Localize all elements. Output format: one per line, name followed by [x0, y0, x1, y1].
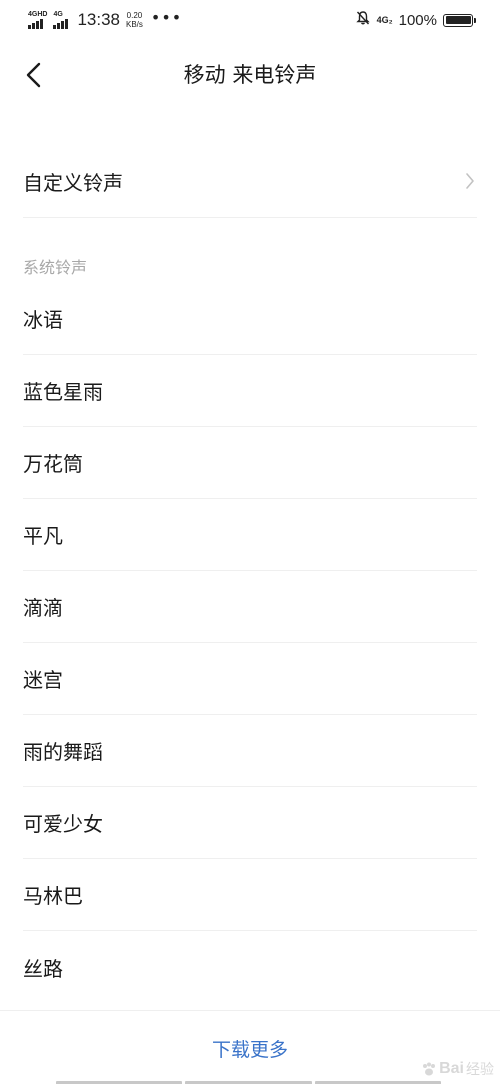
- ringtone-label: 蓝色星雨: [23, 380, 103, 404]
- ringtone-label: 雨的舞蹈: [23, 740, 103, 764]
- system-ringtones-header: 系统铃声: [23, 258, 88, 277]
- signal-icon: [53, 19, 69, 29]
- custom-ringtone-row[interactable]: 自定义铃声: [23, 145, 477, 218]
- status-left: 4GHD 4G 13:38 0.20 KB/s •••: [28, 6, 182, 34]
- sim1-signal: 4GHD: [28, 11, 47, 29]
- status-bar: 4GHD 4G 13:38 0.20 KB/s ••• 4G₂ 100%: [0, 0, 500, 40]
- watermark: Bai 经验: [421, 1059, 494, 1079]
- screen: 4GHD 4G 13:38 0.20 KB/s ••• 4G₂ 100% 移动 …: [0, 0, 500, 1084]
- more-notifications-icon: •••: [150, 8, 183, 27]
- ringtone-label: 马林巴: [23, 884, 83, 908]
- ringtone-item[interactable]: 蓝色星雨: [23, 355, 477, 427]
- ringtone-item[interactable]: 万花筒: [23, 427, 477, 499]
- paw-icon: [423, 1062, 436, 1076]
- ringtone-label: 丝路: [23, 956, 63, 981]
- speed-unit: KB/s: [126, 20, 143, 29]
- watermark-sub: 经验: [466, 1062, 494, 1078]
- ringtone-label: 冰语: [23, 308, 63, 332]
- network-speed: 0.20 KB/s: [126, 11, 143, 29]
- ringtone-item[interactable]: 马林巴: [23, 859, 477, 931]
- sim1-label: 4GHD: [28, 11, 48, 18]
- ringtone-label: 万花筒: [23, 452, 83, 476]
- ringtone-item[interactable]: 可爱少女: [23, 787, 477, 859]
- battery-percent: 100%: [398, 11, 437, 29]
- chevron-right-icon: [466, 173, 474, 189]
- ringtone-label: 滴滴: [23, 596, 63, 620]
- sim2-signal: 4G: [53, 11, 69, 29]
- ringtone-label: 迷宫: [23, 668, 63, 692]
- ringtone-item[interactable]: 冰语: [23, 283, 477, 355]
- ringtone-item[interactable]: 平凡: [23, 499, 477, 571]
- status-right: 4G₂ 100%: [355, 6, 476, 34]
- custom-ringtone-label: 自定义铃声: [23, 170, 123, 195]
- ringtone-label: 平凡: [23, 524, 63, 548]
- network-4g2: 4G₂: [376, 15, 393, 25]
- bell-muted-icon: [355, 10, 371, 30]
- clock: 13:38: [77, 10, 120, 29]
- battery-fill: [445, 16, 471, 24]
- download-more-button[interactable]: 下载更多: [0, 1035, 500, 1062]
- ringtone-list: 冰语 蓝色星雨 万花筒 平凡 滴滴 迷宫 雨的舞蹈 可爱少女 马林巴 丝路: [23, 283, 477, 1003]
- ringtone-label: 可爱少女: [23, 812, 103, 836]
- speed-value: 0.20: [126, 11, 143, 20]
- bottom-bar: 下载更多 Bai 经验: [0, 1010, 500, 1084]
- battery-icon: [443, 13, 476, 27]
- ringtone-item[interactable]: 雨的舞蹈: [23, 715, 477, 787]
- title-bar: 移动 来电铃声: [0, 40, 500, 110]
- ringtone-item[interactable]: 滴滴: [23, 571, 477, 643]
- page-title: 移动 来电铃声: [183, 63, 317, 87]
- signal-icon: [28, 19, 44, 29]
- sim2-label: 4G: [53, 11, 63, 18]
- ringtone-item[interactable]: 丝路: [23, 931, 477, 1003]
- watermark-text: Bai: [439, 1060, 464, 1077]
- ringtone-item[interactable]: 迷宫: [23, 643, 477, 715]
